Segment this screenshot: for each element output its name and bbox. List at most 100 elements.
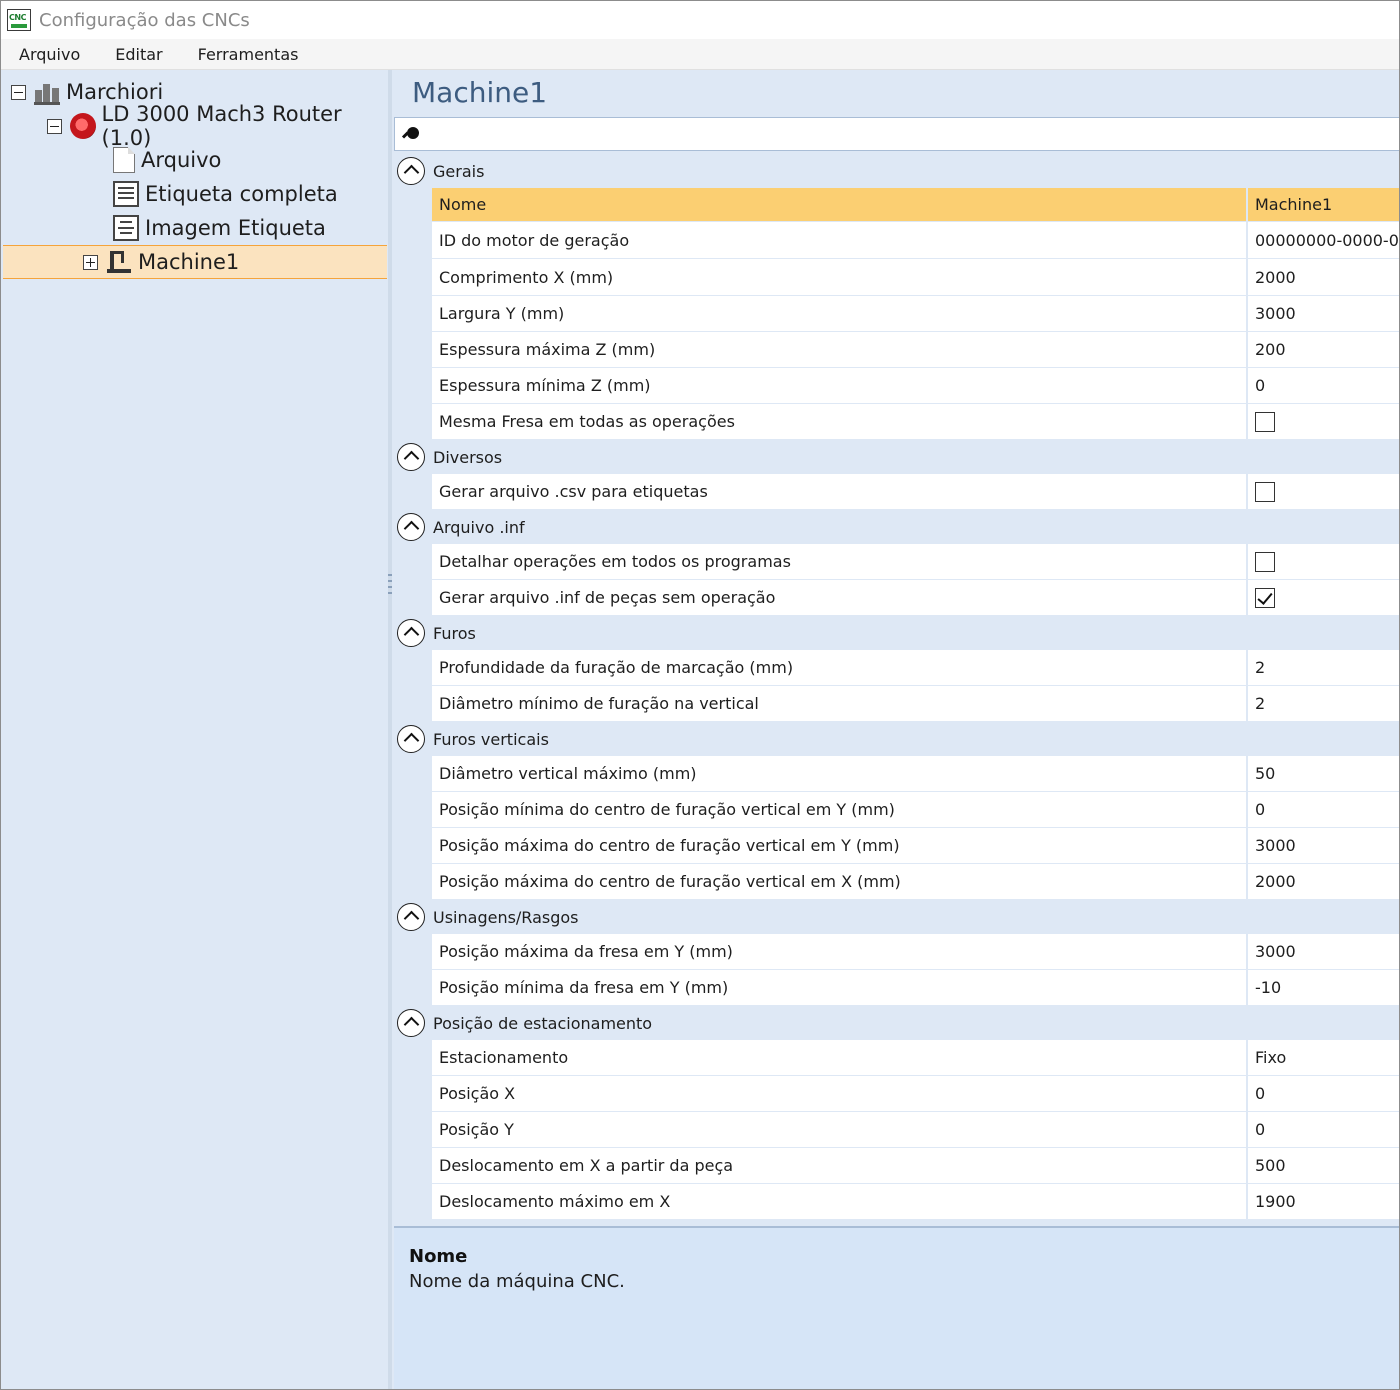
property-value[interactable]: 2 [1248, 686, 1399, 722]
property-name: Detalhar operações em todos os programas [432, 544, 1248, 580]
category-usinagens-rasgos: Usinagens/Rasgos [394, 900, 1399, 934]
panel-title: Machine1 [412, 76, 548, 109]
property-row[interactable]: Gerar arquivo .inf de peças sem operação [394, 580, 1399, 616]
property-value[interactable]: 2 [1248, 650, 1399, 686]
cnc-app-icon: CNC [7, 9, 31, 31]
collapse-category-icon[interactable] [397, 903, 425, 931]
property-row[interactable]: Deslocamento máximo em X 1900 [394, 1184, 1399, 1220]
property-value[interactable]: 0 [1248, 368, 1399, 404]
property-name: Posição máxima da fresa em Y (mm) [432, 934, 1248, 970]
menu-arquivo[interactable]: Arquivo [2, 45, 97, 64]
property-checkbox-checked[interactable] [1255, 587, 1275, 608]
label-icon [113, 181, 139, 207]
property-name: Nome [432, 188, 1248, 222]
category-label: Arquivo .inf [433, 517, 525, 537]
tree-item-label: Etiqueta completa [145, 182, 338, 206]
property-name: Gerar arquivo .inf de peças sem operação [432, 580, 1248, 616]
property-row[interactable]: Posição X 0 [394, 1076, 1399, 1112]
property-row-nome[interactable]: Nome Machine1 [394, 188, 1399, 222]
property-value[interactable]: 50 [1248, 756, 1399, 792]
tree-item-label: Arquivo [141, 148, 222, 172]
property-value[interactable]: 0 [1248, 1076, 1399, 1112]
property-row[interactable]: Posição mínima da fresa em Y (mm) -10 [394, 970, 1399, 1006]
property-row[interactable]: Gerar arquivo .csv para etiquetas [394, 474, 1399, 510]
property-row[interactable]: Posição máxima da fresa em Y (mm) 3000 [394, 934, 1399, 970]
property-name: Diâmetro vertical máximo (mm) [432, 756, 1248, 792]
property-name: Posição mínima do centro de furação vert… [432, 792, 1248, 828]
property-value[interactable]: 3000 [1248, 828, 1399, 864]
property-row[interactable]: Espessura máxima Z (mm) 200 [394, 332, 1399, 368]
property-name: Deslocamento máximo em X [432, 1184, 1248, 1220]
property-checkbox[interactable] [1255, 481, 1275, 502]
collapse-category-icon[interactable] [397, 157, 425, 185]
property-name: Estacionamento [432, 1040, 1248, 1076]
tree-item-label: Marchiori [66, 80, 164, 104]
property-value[interactable]: 00000000-0000-0000-0000-000000000000 [1248, 222, 1399, 259]
tree-item-imagem-etiqueta[interactable]: Imagem Etiqueta [113, 211, 326, 245]
property-row[interactable]: Largura Y (mm) 3000 [394, 296, 1399, 332]
property-value[interactable]: -10 [1248, 970, 1399, 1006]
property-value[interactable]: 200 [1248, 332, 1399, 368]
property-row[interactable]: Posição máxima do centro de furação vert… [394, 864, 1399, 900]
collapse-category-icon[interactable] [397, 1009, 425, 1037]
property-value[interactable]: 1900 [1248, 1184, 1399, 1220]
property-value[interactable]: 3000 [1248, 934, 1399, 970]
property-name: Mesma Fresa em todas as operações [432, 404, 1248, 440]
tree-item-machine1[interactable]: Machine1 [3, 245, 387, 279]
property-checkbox[interactable] [1255, 411, 1275, 432]
property-row[interactable]: Diâmetro mínimo de furação na vertical 2 [394, 686, 1399, 722]
expand-icon[interactable] [83, 254, 98, 270]
property-checkbox[interactable] [1255, 551, 1275, 572]
collapse-category-icon[interactable] [397, 725, 425, 753]
property-name: Espessura máxima Z (mm) [432, 332, 1248, 368]
category-diversos: Diversos [394, 440, 1399, 474]
property-row[interactable]: Profundidade da furação de marcação (mm)… [394, 650, 1399, 686]
category-label: Diversos [433, 447, 503, 467]
collapse-category-icon[interactable] [397, 443, 425, 471]
property-row[interactable]: Posição Y 0 [394, 1112, 1399, 1148]
collapse-category-icon[interactable] [397, 513, 425, 541]
property-value[interactable]: Fixo [1248, 1040, 1399, 1076]
property-name: Comprimento X (mm) [432, 259, 1248, 296]
property-row[interactable]: Posição máxima do centro de furação vert… [394, 828, 1399, 864]
property-value[interactable]: 0 [1248, 792, 1399, 828]
property-row[interactable]: Diâmetro vertical máximo (mm) 50 [394, 756, 1399, 792]
property-row[interactable]: Mesma Fresa em todas as operações [394, 404, 1399, 440]
property-value[interactable]: 3000 [1248, 296, 1399, 332]
tree-item-etiqueta-completa[interactable]: Etiqueta completa [113, 177, 338, 211]
title-bar: CNC Configuração das CNCs [1, 1, 1399, 39]
property-row[interactable]: Detalhar operações em todos os programas [394, 544, 1399, 580]
property-row[interactable]: Posição mínima do centro de furação vert… [394, 792, 1399, 828]
collapse-icon[interactable] [47, 118, 62, 134]
property-name: Profundidade da furação de marcação (mm) [432, 650, 1248, 686]
property-value[interactable]: 2000 [1248, 259, 1399, 296]
property-value[interactable]: Machine1 [1248, 188, 1399, 222]
property-grid: Gerais Nome Machine1 ID do motor de gera… [394, 154, 1399, 1220]
collapse-category-icon[interactable] [397, 619, 425, 647]
menu-ferramentas[interactable]: Ferramentas [181, 45, 316, 64]
property-name: Posição Y [432, 1112, 1248, 1148]
property-value[interactable]: 2000 [1248, 864, 1399, 900]
search-input[interactable] [394, 117, 1399, 151]
tree-item-arquivo[interactable]: Arquivo [113, 143, 221, 177]
property-row[interactable]: ID do motor de geração 00000000-0000-000… [394, 222, 1399, 259]
property-value[interactable]: 0 [1248, 1112, 1399, 1148]
menu-editar[interactable]: Editar [98, 45, 179, 64]
window-title: Configuração das CNCs [39, 9, 250, 31]
property-row[interactable]: Comprimento X (mm) 2000 [394, 259, 1399, 296]
category-label: Posição de estacionamento [433, 1013, 653, 1033]
factory-icon [34, 79, 60, 105]
category-arquivo-inf: Arquivo .inf [394, 510, 1399, 544]
app-icon-text: CNC [9, 13, 26, 22]
property-row[interactable]: Estacionamento Fixo [394, 1040, 1399, 1076]
property-value[interactable]: 500 [1248, 1148, 1399, 1184]
property-row[interactable]: Espessura mínima Z (mm) 0 [394, 368, 1399, 404]
router-icon [69, 113, 96, 139]
collapse-icon[interactable] [11, 84, 26, 100]
tree-item-router[interactable]: LD 3000 Mach3 Router (1.0) [47, 102, 388, 150]
category-furos-verticais: Furos verticais [394, 722, 1399, 756]
search-icon [403, 127, 419, 141]
property-name: Posição máxima do centro de furação vert… [432, 828, 1248, 864]
tree-item-label: Imagem Etiqueta [145, 216, 326, 240]
property-row[interactable]: Deslocamento em X a partir da peça 500 [394, 1148, 1399, 1184]
